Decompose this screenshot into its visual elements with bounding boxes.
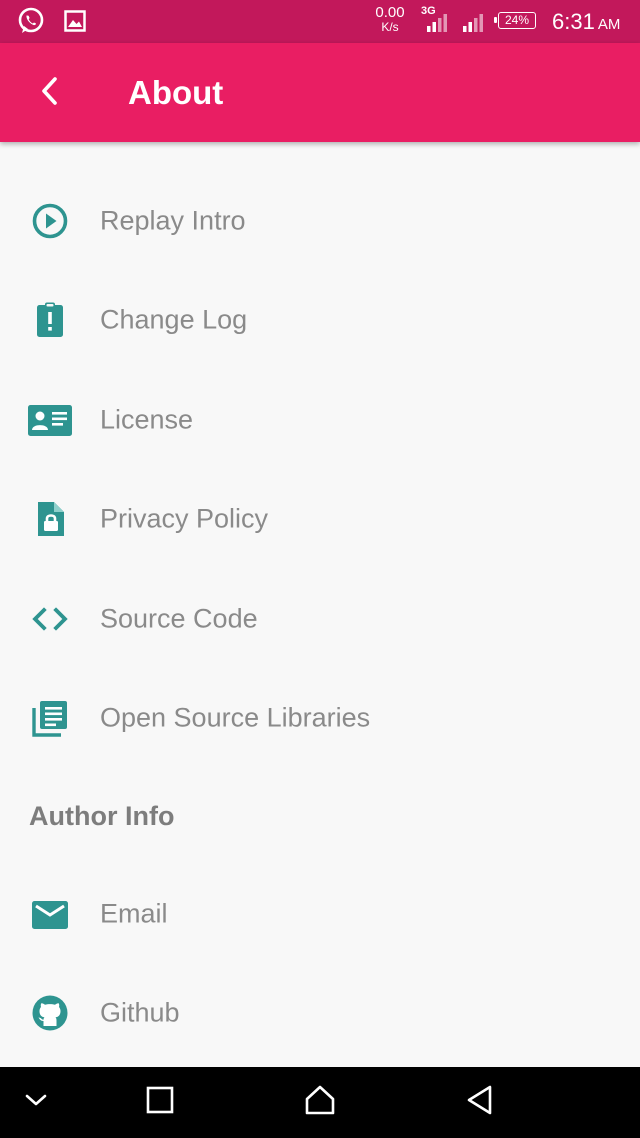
menu-item-label: Replay Intro [100,205,246,235]
author-item-github[interactable]: Github [0,963,640,1062]
signal-icon [461,14,485,37]
github-icon [25,988,75,1038]
library-books-icon [25,693,75,743]
menu-item-replay-intro[interactable]: Replay Intro [0,171,640,270]
menu-item-label: Open Source Libraries [100,702,371,732]
chevron-down-icon [23,1090,49,1115]
chevron-left-icon [38,75,62,112]
back-triangle-icon [465,1084,495,1121]
home-icon [304,1084,336,1121]
gallery-icon [64,10,86,37]
menu-item-privacy-policy[interactable]: Privacy Policy [0,469,640,568]
nav-home-button[interactable] [280,1067,360,1138]
clock: 6:31 AM [552,9,620,35]
play-circle-icon [25,196,75,246]
nav-back-button[interactable] [440,1067,520,1138]
network-speed: 0.00 K/s [370,5,410,34]
system-nav-bar [0,1067,640,1138]
page-title: About [128,74,224,111]
battery-icon: 24% [494,12,536,29]
nav-recents-button[interactable] [120,1067,200,1138]
menu-item-license[interactable]: License [0,370,640,469]
menu-item-label: License [100,404,194,434]
email-icon [25,889,75,939]
network-speed-unit: K/s [381,20,399,34]
clock-ampm: AM [597,16,621,33]
about-list: Replay Intro Change Log License Privacy … [0,142,640,1067]
network-speed-value: 0.00 [375,4,405,21]
signal-icon [425,14,449,37]
whatsapp-icon [16,6,46,41]
author-item-label: Email [100,898,168,928]
back-button[interactable] [22,69,78,117]
author-item-email[interactable]: Email [0,864,640,963]
battery-level: 24% [504,13,530,27]
file-lock-icon [25,494,75,544]
author-item-label: Github [100,997,180,1027]
menu-item-change-log[interactable]: Change Log [0,270,640,369]
code-icon [25,594,75,644]
clock-time: 6:31 [552,9,595,34]
id-card-icon [25,395,75,445]
section-header-author-info: Author Info [29,801,175,831]
menu-item-label: Privacy Policy [100,503,269,533]
recents-square-icon [145,1085,175,1120]
nav-collapse-button[interactable] [0,1067,76,1138]
menu-item-label: Change Log [100,304,248,334]
menu-item-open-source-libraries[interactable]: Open Source Libraries [0,668,640,767]
menu-item-label: Source Code [100,603,258,633]
menu-item-source-code[interactable]: Source Code [0,569,640,668]
app-bar: About [0,43,640,142]
status-bar: 0.00 K/s 3G 24% 6:31 AM [0,0,640,43]
clipboard-alert-icon [25,295,75,345]
